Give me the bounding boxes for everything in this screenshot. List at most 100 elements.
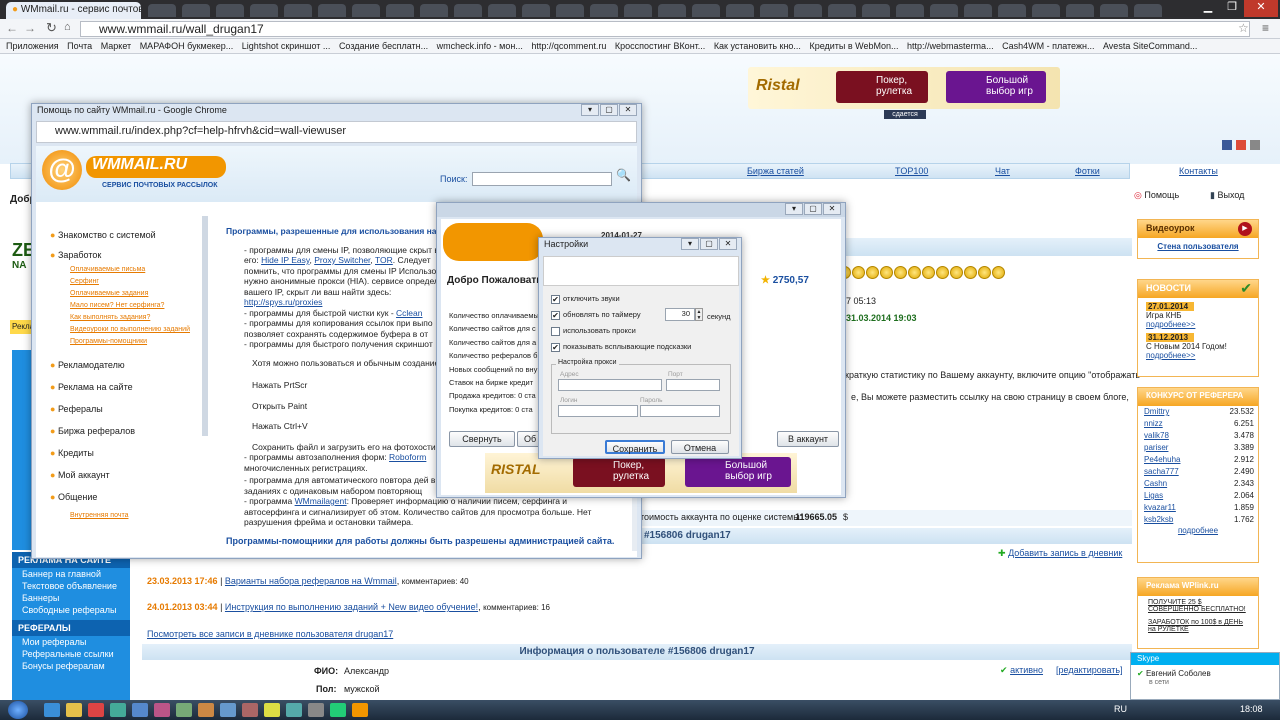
left-menu-item[interactable]: Свободные рефералы <box>12 604 130 616</box>
wmmail-agent-icon[interactable] <box>352 703 368 717</box>
bookmark[interactable]: Avesta SiteCommand... <box>1103 39 1197 53</box>
play-icon[interactable]: ▶ <box>1238 222 1252 236</box>
tab-ghost[interactable] <box>896 4 924 17</box>
tab-ghost[interactable] <box>658 4 686 17</box>
folder-icon[interactable] <box>66 703 82 717</box>
close-icon[interactable]: ✕ <box>1244 0 1278 17</box>
ref-name[interactable]: Pe4ehuha <box>1144 455 1180 466</box>
nav-articles[interactable]: Биржа статей <box>747 166 804 176</box>
save-button[interactable]: Сохранить <box>605 440 665 454</box>
maximize-icon[interactable]: ▢ <box>804 203 822 215</box>
left-menu-item[interactable]: Реферальные ссылки <box>12 648 130 660</box>
tab-ghost[interactable] <box>590 4 618 17</box>
agent-banner[interactable]: RISTAL Покер, рулетка Большой выбор игр <box>485 453 797 493</box>
help-menu-item[interactable]: ● Кредиты <box>50 448 200 458</box>
tab-ghost[interactable] <box>1032 4 1060 17</box>
search-input[interactable] <box>472 172 612 186</box>
bookmark[interactable]: Создание бесплатн... <box>339 39 428 53</box>
help-menu-item[interactable]: ● Рефералы <box>50 404 200 414</box>
help-menu-item[interactable]: ● Рекламодателю <box>50 360 200 370</box>
ref-name[interactable]: kvazar11 <box>1144 503 1176 514</box>
timer-stepper[interactable]: ▲ ▼ <box>695 308 703 321</box>
left-menu-item[interactable]: Мои рефералы <box>12 636 130 648</box>
proxy-addr-input[interactable] <box>558 379 662 391</box>
nav-photos[interactable]: Фотки <box>1075 166 1100 176</box>
app-icon[interactable] <box>132 703 148 717</box>
back-icon[interactable]: ← <box>6 21 18 35</box>
news-more[interactable]: подробнее>> <box>1146 320 1250 329</box>
proxy-password-input[interactable] <box>640 405 720 417</box>
tab-ghost[interactable] <box>760 4 788 17</box>
share-icon[interactable] <box>1250 140 1260 150</box>
left-menu-item[interactable]: Баннер на главной <box>12 568 130 580</box>
start-icon[interactable] <box>8 701 28 719</box>
skype-popup[interactable]: Skype ✔ Евгений Соболев в сети <box>1130 652 1280 700</box>
ref-name[interactable]: Ligas <box>1144 491 1163 502</box>
tab-ghost[interactable] <box>148 4 176 17</box>
tab-ghost[interactable] <box>420 4 448 17</box>
collapse-button[interactable]: Свернуть <box>449 431 515 447</box>
tab-ghost[interactable] <box>182 4 210 17</box>
url-input[interactable]: www.wmmail.ru/wall_drugan17 <box>80 21 1250 37</box>
bookmark[interactable]: Кросспостинг ВКонт... <box>615 39 705 53</box>
news-more[interactable]: подробнее>> <box>1146 351 1250 360</box>
help-menu-item[interactable]: ● Мой аккаунт <box>50 470 200 480</box>
nav-top100[interactable]: TOP100 <box>895 166 928 176</box>
app-icon[interactable] <box>198 703 214 717</box>
casino-banner[interactable]: Ristal Покер, рулетка Большой выбор игр <box>748 67 1060 109</box>
help-menu-item[interactable]: ● Общение <box>50 492 200 502</box>
all-posts-link[interactable]: Посмотреть все записи в дневнике пользов… <box>147 629 393 639</box>
help-link[interactable]: Hide IP Easy <box>261 255 309 265</box>
help-scrollbar[interactable] <box>202 216 208 436</box>
left-menu-item[interactable]: Бонусы рефералам <box>12 660 130 672</box>
maximize-icon[interactable]: ❐ <box>1220 0 1244 17</box>
search-icon[interactable]: 🔍 <box>616 168 631 182</box>
help-url-field[interactable]: www.wmmail.ru/index.php?cf=help-hfrvh&ci… <box>36 121 637 143</box>
facebook-icon[interactable] <box>1222 140 1232 150</box>
na-banner[interactable]: NA <box>12 260 26 271</box>
ref-name[interactable]: ksb2ksb <box>1144 515 1173 526</box>
submenu-item[interactable]: Как выполнять задания? <box>70 312 200 324</box>
tab-ghost[interactable] <box>794 4 822 17</box>
ref-name[interactable]: sacha777 <box>1144 467 1179 478</box>
tab-ghost[interactable] <box>386 4 414 17</box>
proxy-port-input[interactable] <box>666 379 720 391</box>
ref-name[interactable]: nnizz <box>1144 419 1163 430</box>
ie-icon[interactable] <box>44 703 60 717</box>
help-menu-item[interactable]: ● Знакомство с системой <box>50 230 200 240</box>
ref-name[interactable]: Dmittry <box>1144 407 1169 418</box>
bookmark[interactable]: Cash4WM - платежн... <box>1002 39 1094 53</box>
tab-ghost[interactable] <box>1100 4 1128 17</box>
submenu-item[interactable]: Оплачиваемые письма <box>70 264 200 276</box>
left-menu-item[interactable]: Текстовое объявление <box>12 580 130 592</box>
bookmark[interactable]: Кредиты в WebMon... <box>809 39 898 53</box>
tab-ghost[interactable] <box>726 4 754 17</box>
help-menu-item[interactable]: ● Биржа рефералов <box>50 426 200 436</box>
bookmark[interactable]: http://webmasterma... <box>907 39 994 53</box>
minimize-icon[interactable]: ▾ <box>681 238 699 250</box>
tab-ghost[interactable] <box>318 4 346 17</box>
exit-link[interactable]: ▮ Выход <box>1210 190 1244 201</box>
tab-ghost[interactable] <box>1066 4 1094 17</box>
minimize-icon[interactable]: ▾ <box>581 104 599 116</box>
wpl-item[interactable]: ПОЛУЧИТЕ 25 $ СОВЕРШЕННО БЕСПЛАТНО! <box>1138 596 1258 616</box>
menu-icon[interactable]: ≡ <box>1262 21 1269 35</box>
close-icon[interactable]: ✕ <box>719 238 737 250</box>
bookmark[interactable]: Почта <box>67 39 92 53</box>
chrome-icon[interactable] <box>264 703 280 717</box>
tab-ghost[interactable] <box>964 4 992 17</box>
help-link[interactable]: http://spys.ru/proxies <box>244 297 322 307</box>
tab-ghost[interactable] <box>522 4 550 17</box>
bookmark[interactable]: Как установить кно... <box>714 39 801 53</box>
opt-sound[interactable]: ✔ отключить звуки <box>551 294 620 304</box>
app-icon[interactable] <box>286 703 302 717</box>
bookmark[interactable]: http://qcomment.ru <box>531 39 606 53</box>
submenu-item[interactable]: Видеоуроки по выполнению заданий <box>70 324 200 336</box>
bookmark[interactable]: wmcheck.info - мон... <box>437 39 523 53</box>
app-icon[interactable] <box>220 703 236 717</box>
submenu-item[interactable]: Программы-помощники <box>70 336 200 348</box>
minimize-icon[interactable]: ▾ <box>785 203 803 215</box>
tab-ghost[interactable] <box>216 4 244 17</box>
ref-name[interactable]: Cashn <box>1144 479 1167 490</box>
opt-hints[interactable]: ✔ показывать всплывающие подсказки <box>551 342 691 352</box>
